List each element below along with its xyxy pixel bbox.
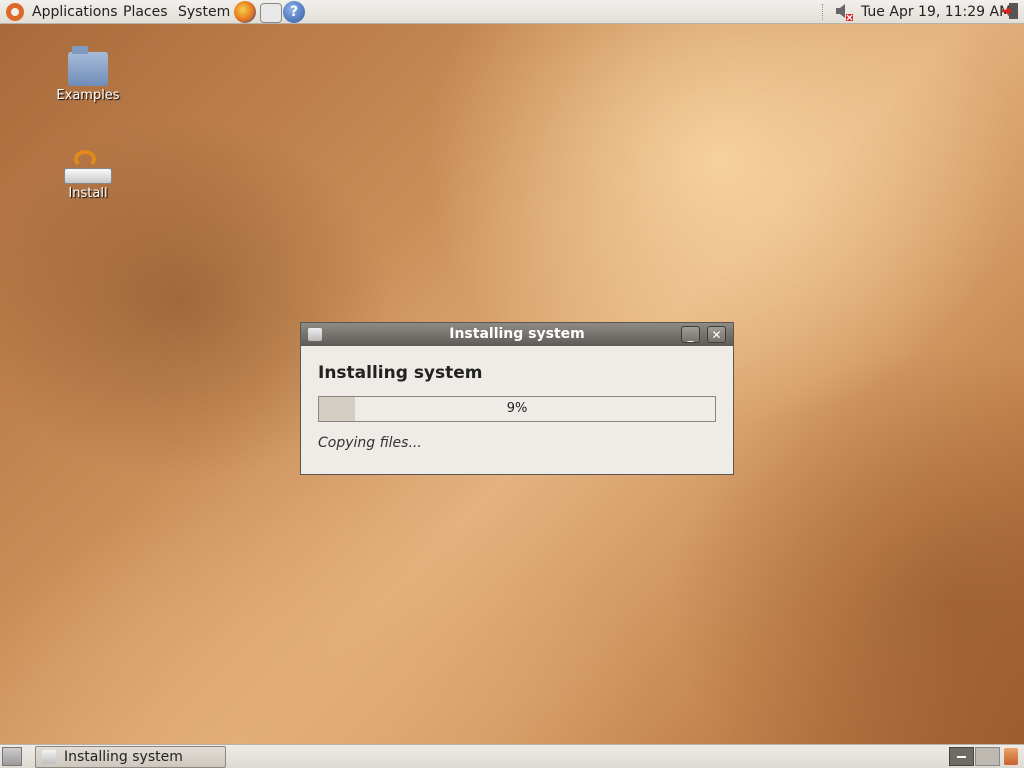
progress-bar: 9% bbox=[318, 396, 716, 422]
panel-separator bbox=[822, 4, 826, 20]
desktop-icon-label: Install bbox=[68, 186, 108, 201]
desktop-icon-install[interactable]: Install bbox=[48, 150, 128, 201]
volume-muted-icon[interactable] bbox=[834, 0, 856, 24]
minimize-button[interactable]: _ bbox=[681, 326, 700, 343]
desktop-icon-label: Examples bbox=[56, 88, 120, 103]
help-icon[interactable]: ? bbox=[283, 1, 305, 23]
top-panel: Applications Places System ? Tue Apr 19,… bbox=[0, 0, 1024, 24]
workspace-1[interactable] bbox=[949, 747, 974, 766]
shutdown-icon[interactable] bbox=[1001, 0, 1021, 24]
menu-places[interactable]: Places bbox=[123, 0, 168, 24]
mail-icon[interactable] bbox=[260, 3, 282, 23]
installer-window: Installing system _ ✕ Installing system … bbox=[300, 322, 734, 475]
window-title: Installing system bbox=[449, 326, 585, 342]
trash-icon[interactable] bbox=[1004, 748, 1018, 765]
progress-text: 9% bbox=[506, 401, 528, 416]
menu-system[interactable]: System bbox=[178, 0, 230, 24]
desktop-icon-examples[interactable]: Examples bbox=[48, 46, 128, 103]
window-titlebar[interactable]: Installing system _ ✕ bbox=[301, 323, 733, 346]
folder-icon bbox=[68, 46, 108, 86]
installer-icon bbox=[64, 150, 112, 184]
close-button[interactable]: ✕ bbox=[707, 326, 726, 343]
ubuntu-logo-icon[interactable] bbox=[6, 3, 24, 21]
taskbar-button-installing[interactable]: Installing system bbox=[35, 746, 226, 768]
taskbar-label: Installing system bbox=[64, 749, 183, 765]
clock[interactable]: Tue Apr 19, 11:29 AM bbox=[861, 0, 1011, 24]
bottom-panel: Installing system bbox=[0, 744, 1024, 768]
workspace-2[interactable] bbox=[975, 747, 1000, 766]
status-text: Copying files... bbox=[318, 435, 422, 451]
window-app-icon bbox=[42, 750, 56, 764]
dialog-heading: Installing system bbox=[318, 363, 483, 383]
menu-applications[interactable]: Applications bbox=[32, 0, 118, 24]
show-desktop-icon[interactable] bbox=[2, 747, 22, 766]
firefox-icon[interactable] bbox=[234, 1, 256, 23]
